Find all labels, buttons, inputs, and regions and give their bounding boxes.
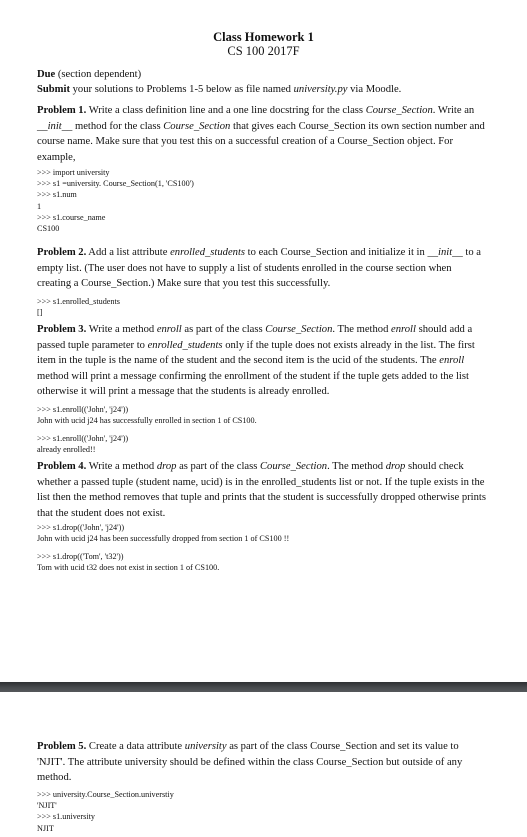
problem-text: method for the class	[72, 120, 164, 132]
problem-emphasis: enroll	[391, 324, 416, 335]
problem-text: Create a data attribute	[86, 741, 185, 752]
problem-emphasis: enroll	[439, 355, 465, 366]
due-text: (section dependent)	[55, 69, 142, 80]
problem-1-code: >>> import university >>> s1 =university…	[37, 168, 194, 234]
problem-text: method will print a message confirming t…	[37, 370, 469, 398]
problem-emphasis: enrolled_students	[147, 339, 223, 351]
problem-4-code-2: >>> s1.drop(('Tom', 't32')) Tom with uci…	[37, 552, 220, 573]
problem-emphasis: __init__	[37, 120, 73, 132]
problem-emphasis: Course_Section	[365, 105, 433, 116]
problem-emphasis: drop	[385, 461, 406, 472]
document-title: Class Homework 1	[213, 30, 314, 44]
problem-emphasis: enrolled_students	[170, 247, 246, 258]
problem-3-code-1: >>> s1.enroll(('John', 'j24')) John with…	[37, 405, 257, 426]
problem-text: Write a method	[86, 461, 157, 472]
due-line: Due (section dependent)	[37, 67, 487, 83]
problem-text: Add a list attribute	[86, 247, 171, 258]
problem-label: Problem 3.	[37, 324, 87, 335]
problem-text: Write a class definition line and a one …	[86, 105, 366, 116]
problem-emphasis: Course_Section	[259, 461, 328, 472]
problem-label: Problem 2.	[37, 247, 87, 258]
problem-text: . The method	[327, 461, 386, 472]
submit-text-after: via Moodle.	[347, 84, 402, 95]
problem-1-text: Problem 1. Write a class definition line…	[37, 103, 487, 165]
problem-emphasis: university	[184, 741, 227, 752]
problem-label: Problem 4.	[37, 461, 87, 472]
problem-text: to each Course_Section and initialize it…	[245, 247, 428, 258]
document-page-2: Problem 5. Create a data attribute unive…	[0, 692, 527, 837]
problem-5-text: Problem 5. Create a data attribute unive…	[37, 739, 487, 786]
problem-label: Problem 5.	[37, 741, 87, 752]
problem-text: . The method	[332, 324, 392, 335]
problem-emphasis: __init__	[427, 247, 463, 258]
submit-text: your solutions to Problems 1-5 below as …	[69, 84, 294, 95]
problem-emphasis: Course_Section	[163, 120, 231, 132]
document-page-1: Class Homework 1 CS 100 2017F Due (secti…	[0, 0, 527, 682]
problem-3-text: Problem 3. Write a method enroll as part…	[37, 322, 487, 400]
problem-5-code: >>> university.Course_Section.universtiy…	[37, 790, 174, 833]
problem-text: . Write an	[432, 105, 475, 116]
problem-emphasis: enroll	[156, 324, 182, 335]
problem-4-code-1: >>> s1.drop(('John', 'j24')) John with u…	[37, 523, 290, 544]
problem-label: Problem 1.	[37, 105, 87, 116]
document-subtitle: CS 100 2017F	[227, 44, 300, 58]
submit-line: Submit your solutions to Problems 1-5 be…	[37, 82, 487, 98]
page-separator	[0, 682, 527, 692]
problem-text: Write a method	[86, 324, 157, 335]
due-label: Due	[37, 69, 56, 80]
problem-2-code: >>> s1.enrolled_students []	[37, 297, 120, 318]
problem-emphasis: drop	[156, 461, 177, 472]
problem-text: as part of the class	[181, 324, 266, 335]
problem-emphasis: Course_Section	[265, 324, 333, 335]
problem-text: as part of the class	[176, 461, 260, 472]
problem-2-text: Problem 2. Add a list attribute enrolled…	[37, 245, 487, 292]
problem-4-text: Problem 4. Write a method drop as part o…	[37, 459, 487, 521]
submit-label: Submit	[37, 84, 70, 95]
submit-filename: university.py	[293, 84, 348, 95]
problem-3-code-2: >>> s1.enroll(('John', 'j24')) already e…	[37, 434, 129, 455]
